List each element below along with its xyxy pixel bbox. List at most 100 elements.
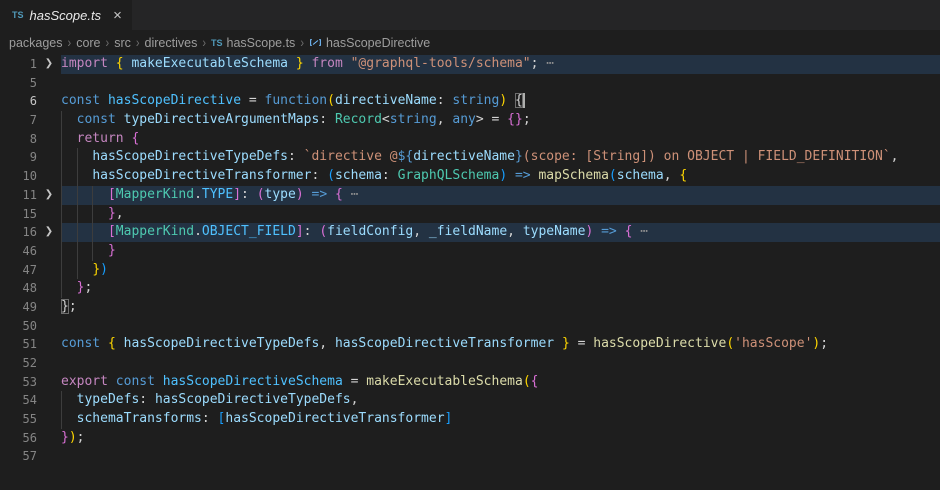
code-token: => xyxy=(593,224,624,239)
code-line[interactable]: 54 typeDefs: hasScopeDirectiveTypeDefs, xyxy=(0,391,940,410)
code-line[interactable]: 8 return { xyxy=(0,130,940,149)
code-token: , xyxy=(664,168,680,183)
code-token xyxy=(61,206,108,221)
code-token: , xyxy=(413,224,429,239)
indent-guide xyxy=(77,205,78,224)
gutter: 10 xyxy=(0,167,61,186)
code-token: function xyxy=(265,93,328,108)
code-line[interactable]: 50 xyxy=(0,317,940,336)
code-token: : xyxy=(139,392,155,407)
fold-spacer xyxy=(37,447,61,466)
breadcrumb-item-directives[interactable]: directives xyxy=(145,36,198,50)
code-token: : xyxy=(304,224,320,239)
line-number: 1 xyxy=(0,55,37,74)
code-line[interactable]: 51const { hasScopeDirectiveTypeDefs, has… xyxy=(0,335,940,354)
code-line[interactable]: 48 }; xyxy=(0,279,940,298)
fold-chevron-icon[interactable]: ❯ xyxy=(37,186,61,205)
chevron-right-icon: › xyxy=(106,35,110,50)
code-token: { xyxy=(335,187,343,202)
line-number: 53 xyxy=(0,373,37,392)
code-token xyxy=(61,411,77,426)
gutter: 50 xyxy=(0,317,61,336)
gutter: 15 xyxy=(0,205,61,224)
code-token: _fieldName xyxy=(429,224,507,239)
code-token xyxy=(61,131,77,146)
fold-spacer xyxy=(37,148,61,167)
code-line[interactable]: 53export const hasScopeDirectiveSchema =… xyxy=(0,373,940,392)
code-token: ( xyxy=(257,187,265,202)
line-number: 51 xyxy=(0,335,37,354)
code-token: fieldConfig xyxy=(327,224,413,239)
code-line[interactable]: 9 hasScopeDirectiveTypeDefs: `directive … xyxy=(0,148,940,167)
code-token: ) xyxy=(100,262,108,277)
breadcrumb-item-file[interactable]: hasScope.ts xyxy=(227,36,296,50)
code-token: hasScopeDirectiveTypeDefs xyxy=(92,149,288,164)
code-line-text: } xyxy=(61,242,940,261)
code-line-text: }; xyxy=(61,279,940,298)
gutter: 16❯ xyxy=(0,223,61,242)
code-line[interactable]: 56}); xyxy=(0,429,940,448)
code-token: , xyxy=(351,392,359,407)
code-token: type xyxy=(265,187,296,202)
code-token: ( xyxy=(609,168,617,183)
code-line[interactable]: 10 hasScopeDirectiveTransformer: (schema… xyxy=(0,167,940,186)
line-number: 54 xyxy=(0,391,37,410)
code-token: ] xyxy=(233,187,241,202)
code-line[interactable]: 15 }, xyxy=(0,205,940,224)
code-token: hasScopeDirectiveTransformer xyxy=(335,336,554,351)
code-token xyxy=(507,93,515,108)
indent-guide xyxy=(77,167,78,186)
breadcrumb-item-symbol[interactable]: hasScopeDirective xyxy=(326,36,430,50)
code-token: [ xyxy=(108,187,116,202)
tab-hasscope[interactable]: TS hasScope.ts × xyxy=(0,0,132,30)
gutter: 46 xyxy=(0,242,61,261)
breadcrumb-item-core[interactable]: core xyxy=(76,36,100,50)
line-number: 56 xyxy=(0,429,37,448)
code-token: , xyxy=(116,206,124,221)
code-token: ; xyxy=(84,280,92,295)
code-line[interactable]: 52 xyxy=(0,354,940,373)
code-token: makeExecutableSchema xyxy=(366,374,523,389)
chevron-right-icon: › xyxy=(68,35,72,50)
chevron-right-icon: › xyxy=(300,35,304,50)
code-line[interactable]: 5 xyxy=(0,74,940,93)
code-token: hasScopeDirectiveTransformer xyxy=(225,411,444,426)
code-editor[interactable]: 1❯import { makeExecutableSchema } from "… xyxy=(0,55,940,466)
code-line[interactable]: 49}; xyxy=(0,298,940,317)
line-number: 15 xyxy=(0,205,37,224)
code-token: const xyxy=(77,112,124,127)
code-line[interactable]: 57 xyxy=(0,447,940,466)
gutter: 1❯ xyxy=(0,55,61,74)
tab-close-icon[interactable]: × xyxy=(113,8,122,23)
code-token: return xyxy=(77,131,132,146)
symbol-variable-icon xyxy=(309,36,322,52)
fold-chevron-icon[interactable]: ❯ xyxy=(37,223,61,242)
code-line[interactable]: 16❯ [MapperKind.OBJECT_FIELD]: (fieldCon… xyxy=(0,223,940,242)
code-token: ] xyxy=(296,224,304,239)
indent-guide xyxy=(92,242,93,261)
code-token: ; xyxy=(523,112,531,127)
code-line[interactable]: 47 }) xyxy=(0,261,940,280)
code-token: {} xyxy=(507,112,523,127)
code-line[interactable]: 7 const typeDirectiveArgumentMaps: Recor… xyxy=(0,111,940,130)
fold-spacer xyxy=(37,391,61,410)
code-token: ${ xyxy=(398,149,414,164)
indent-guide xyxy=(77,148,78,167)
breadcrumb-item-src[interactable]: src xyxy=(114,36,131,50)
code-line[interactable]: 55 schemaTransforms: [hasScopeDirectiveT… xyxy=(0,410,940,429)
fold-spacer xyxy=(37,111,61,130)
chevron-right-icon: › xyxy=(136,35,140,50)
editor-tab-bar: TS hasScope.ts × xyxy=(0,0,940,30)
code-line[interactable]: 11❯ [MapperKind.TYPE]: (type) => { ⋯ xyxy=(0,186,940,205)
code-line[interactable]: 46 } xyxy=(0,242,940,261)
breadcrumb-item-packages[interactable]: packages xyxy=(9,36,63,50)
fold-chevron-icon[interactable]: ❯ xyxy=(37,55,61,74)
code-token: ( xyxy=(327,168,335,183)
line-number: 57 xyxy=(0,447,37,466)
code-line[interactable]: 1❯import { makeExecutableSchema } from "… xyxy=(0,55,940,74)
gutter: 6 xyxy=(0,92,61,111)
code-token: { xyxy=(116,56,124,71)
code-line[interactable]: 6const hasScopeDirective = function(dire… xyxy=(0,92,940,111)
line-number: 9 xyxy=(0,148,37,167)
indent-guide xyxy=(61,279,62,298)
